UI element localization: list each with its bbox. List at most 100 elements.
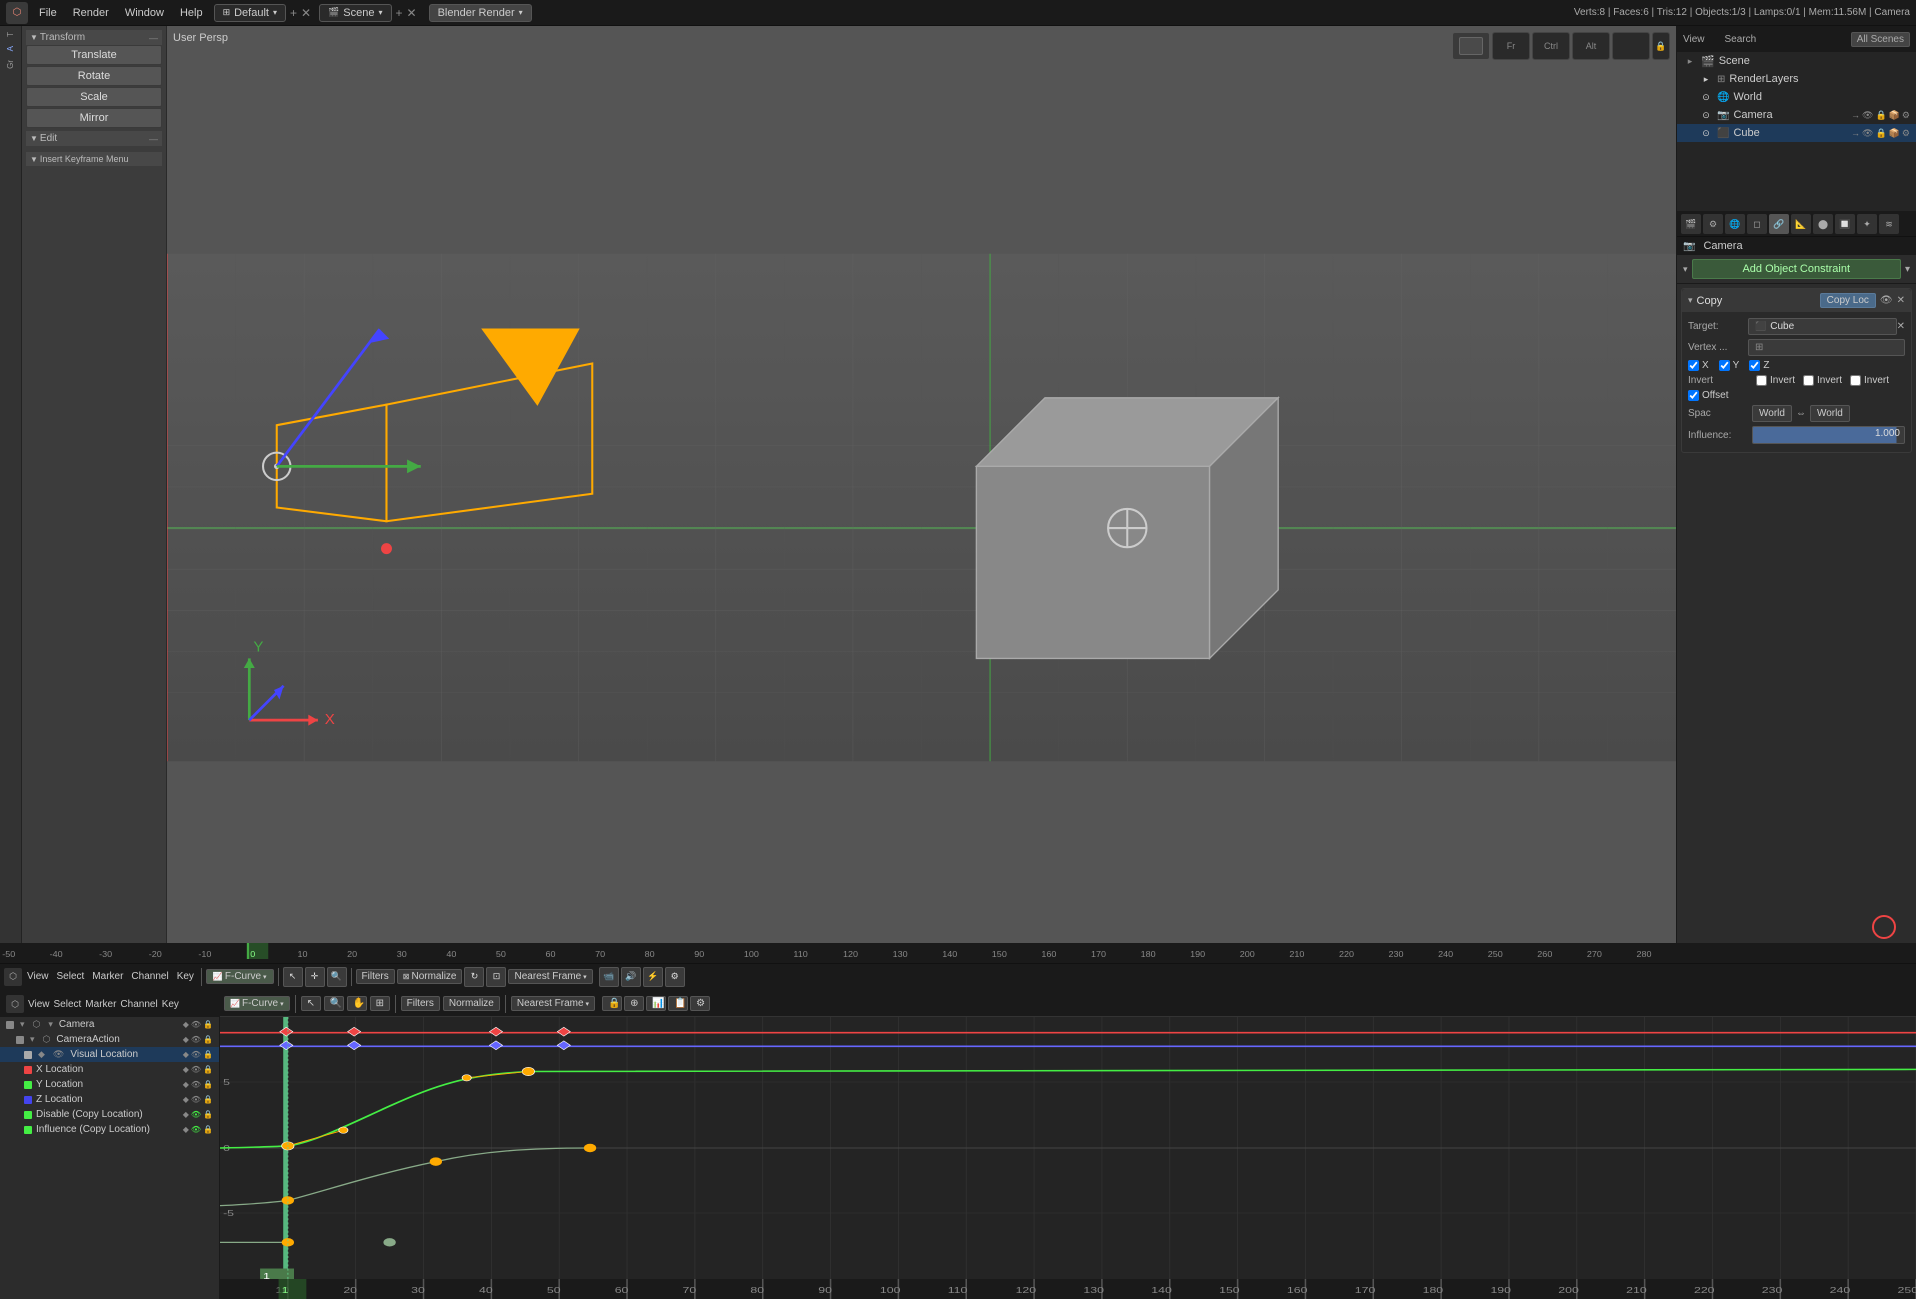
prop-tab-texture[interactable]: 🔲 [1835,214,1855,234]
fcurve-icon-btn5[interactable]: ⚙ [690,996,710,1011]
render-engine-selector[interactable]: Blender Render ▾ [429,4,532,22]
z-invert[interactable]: Invert [1850,375,1889,386]
fcurve-yloc-mute-icon[interactable]: 👁 [191,1080,201,1089]
constraint-eye-btn[interactable]: 👁 [1880,295,1893,306]
outliner-item-cube[interactable]: ⊙ ⬛ Cube → 👁 🔒 📦 ⚙ [1677,124,1916,142]
translate-button[interactable]: Translate [26,45,162,65]
fcurve-icon-btn1[interactable]: 🔒 [602,996,622,1011]
prop-tab-data[interactable]: 📐 [1791,214,1811,234]
all-scenes-btn[interactable]: All Scenes [1851,32,1910,47]
y-checkbox[interactable]: Y [1719,360,1740,371]
normalize-btn[interactable]: Normalize [443,996,500,1011]
fcurve-zoom-tool[interactable]: 🔍 [324,996,344,1011]
timeline-key-menu[interactable]: Key [174,971,197,982]
target-field[interactable]: ⬛ Cube [1748,318,1897,335]
plus-icon[interactable]: + [290,6,297,20]
timeline-select-menu[interactable]: Select [54,971,88,982]
marker-menu[interactable]: Marker [85,999,116,1010]
fcurve-snap-tool[interactable]: ⊞ [370,996,390,1011]
help-menu-item[interactable]: Help [173,5,210,21]
fcurve-canvas-area[interactable]: 📈 F-Curve ▾ ↖ 🔍 ✋ ⊞ Filters Normalize Ne… [220,991,1916,1299]
timeline-auto-btn[interactable]: ⊡ [486,967,506,987]
timeline-normalize-btn[interactable]: ⊠ Normalize [397,969,463,984]
constraint-expand-btn[interactable]: ▾ [1688,295,1693,306]
viewport-3d[interactable]: Fr Ctrl Alt 🔒 User Persp [167,26,1676,989]
numpad-persp-btn[interactable] [1452,32,1490,60]
mirror-button[interactable]: Mirror [26,108,162,128]
sync-icon-btn[interactable]: ⚡ [643,967,663,987]
outliner-item-renderlayers[interactable]: ▸ ⊞ RenderLayers [1677,70,1916,88]
edit-header[interactable]: ▼ Edit — [26,131,162,146]
transform-header[interactable]: ▼ Transform — [26,30,162,45]
x-checkbox[interactable]: X [1688,360,1709,371]
fcurve-camera-mute-icon[interactable]: 👁 [191,1020,201,1029]
add-object-constraint-button[interactable]: Add Object Constraint [1692,259,1901,279]
y-invert[interactable]: Invert [1803,375,1842,386]
prop-tab-physics[interactable]: ≋ [1879,214,1899,234]
playback-icon-btn[interactable]: 📹 [599,967,619,987]
target-clear-btn[interactable]: ✕ [1897,321,1905,332]
constraint-collapse-icon[interactable]: ▾ [1905,264,1910,275]
influence-bar[interactable]: 1.000 [1752,426,1905,444]
x-icon[interactable]: ✕ [301,6,311,20]
grease-tab[interactable]: Gr [4,56,17,73]
render-menu-item[interactable]: Render [66,5,116,21]
fcurve-influence-copy-loc[interactable]: Influence (Copy Location) ◆ 👁 🔒 [0,1122,219,1137]
fcurve-action-mute-icon[interactable]: 👁 [191,1035,201,1044]
prop-tab-constraints[interactable]: 🔗 [1769,214,1789,234]
timeline-move-tool[interactable]: ✛ [305,967,325,987]
fcurve-disable-mute-icon[interactable]: 👁 [191,1110,201,1119]
timeline-mode-selector[interactable]: 📈 F-Curve ▾ [206,969,274,984]
x-scene-icon[interactable]: ✕ [407,6,417,20]
rotate-button[interactable]: Rotate [26,66,162,86]
timeline-marker-menu[interactable]: Marker [89,971,126,982]
fcurve-select-tool[interactable]: ↖ [301,996,321,1011]
record-button[interactable] [1872,915,1896,939]
numpad-lock-btn[interactable]: 🔒 [1652,32,1670,60]
fcurve-icon-btn3[interactable]: 📊 [646,996,666,1011]
fcurve-camera-group[interactable]: ▾ ⬡ ▾ Camera ◆ 👁 🔒 [0,1017,219,1032]
outliner-item-scene[interactable]: ▸ 🎬 Scene [1677,52,1916,70]
fcurve-x-location[interactable]: X Location ◆ 👁 🔒 [0,1062,219,1077]
numpad-front-btn[interactable]: Fr [1492,32,1530,60]
fcurve-zloc-mute-icon[interactable]: 👁 [191,1095,201,1104]
key-menu[interactable]: Key [162,999,179,1010]
scene-selector[interactable]: 🎬 Scene ▾ [319,4,391,22]
nearest-frame-selector[interactable]: Nearest Frame ▾ [511,996,595,1011]
window-menu-item[interactable]: Window [118,5,171,21]
offset-checkbox[interactable]: Offset [1688,390,1729,401]
z-checkbox[interactable]: Z [1749,360,1769,371]
numpad-shift-btn[interactable] [1612,32,1650,60]
filters-btn[interactable]: Filters [401,996,440,1011]
fcurve-disable-copy-loc[interactable]: Disable (Copy Location) ◆ 👁 🔒 [0,1107,219,1122]
anim-tab[interactable]: A [4,42,17,55]
outliner-item-camera[interactable]: ⊙ 📷 Camera → 👁 🔒 📦 ⚙ [1677,106,1916,124]
timeline-select-tool[interactable]: ↖ [283,967,303,987]
timeline-sync-btn[interactable]: ↻ [464,967,484,987]
numpad-alt-btn[interactable]: Alt [1572,32,1610,60]
fcurve-action-lock-icon[interactable]: 🔒 [203,1035,213,1044]
fcurve-mode-selector[interactable]: 📈 F-Curve ▾ [224,996,290,1011]
fcurve-pan-tool[interactable]: ✋ [347,996,367,1011]
prop-tab-material[interactable]: ⬤ [1813,214,1833,234]
fcurve-vloc-mute-icon[interactable]: 👁 [191,1050,201,1059]
audio-icon-btn[interactable]: 🔊 [621,967,641,987]
prop-tab-particles[interactable]: ✦ [1857,214,1877,234]
select-fcurve-menu[interactable]: Select [54,999,82,1010]
scale-button[interactable]: Scale [26,87,162,107]
fcurve-icon-btn4[interactable]: 📋 [668,996,688,1011]
timeline-view-menu[interactable]: View [24,971,52,982]
view-fcurve-menu[interactable]: View [28,999,50,1010]
fcurve-visual-location[interactable]: ◆ 👁 Visual Location ◆ 👁 🔒 [0,1047,219,1062]
plus-scene-icon[interactable]: + [396,6,403,20]
workspace-selector[interactable]: ⊞ Default ▾ [214,4,286,22]
prop-tab-object[interactable]: ◻ [1747,214,1767,234]
fcurve-cameraaction-group[interactable]: ▾ ⬡ CameraAction ◆ 👁 🔒 [0,1032,219,1047]
prop-tab-scene[interactable]: ⚙ [1703,214,1723,234]
outliner-search-menu[interactable]: Search [1725,34,1757,45]
vertex-field[interactable]: ⊞ [1748,339,1905,356]
fcurve-xloc-mute-icon[interactable]: 👁 [191,1065,201,1074]
file-menu-item[interactable]: File [32,5,64,21]
outliner-view-menu[interactable]: View [1683,34,1705,45]
timeline-filters-btn[interactable]: Filters [356,969,395,984]
